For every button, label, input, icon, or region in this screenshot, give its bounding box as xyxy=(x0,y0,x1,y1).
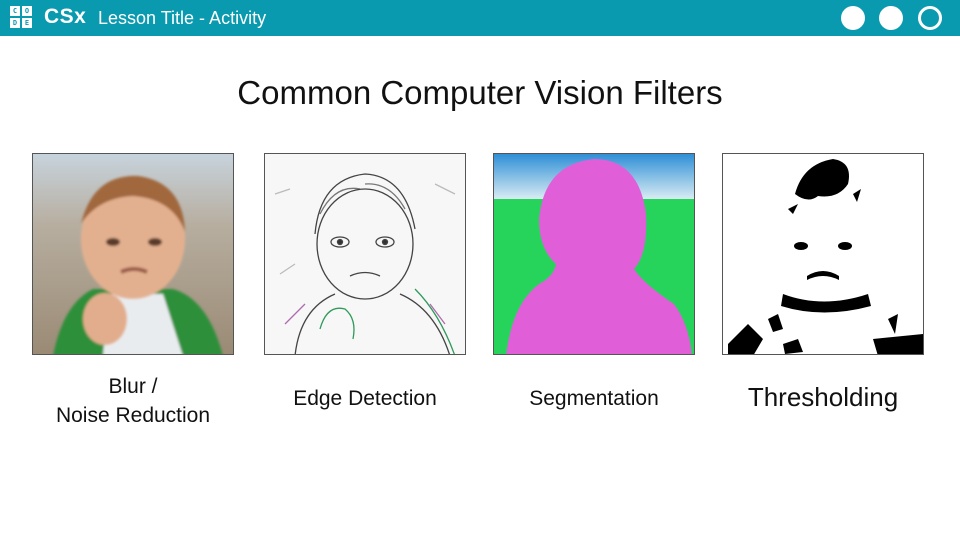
caption-blur: Blur / Noise Reduction xyxy=(32,372,234,430)
progress-dot-3[interactable] xyxy=(918,6,942,30)
logo-letter-o: O xyxy=(22,6,32,16)
edge-detection-image xyxy=(264,153,466,355)
caption-blur-line1: Blur / xyxy=(108,375,158,398)
logo-letter-d: D xyxy=(10,18,20,28)
logo-letter-c: C xyxy=(10,6,20,16)
caption-thresholding: Thresholding xyxy=(747,382,899,412)
slide-title: Common Computer Vision Filters xyxy=(237,74,723,111)
code-logo-icon: C O D E xyxy=(10,6,34,30)
logo-letter-e: E xyxy=(22,18,32,28)
progress-dot-2[interactable] xyxy=(879,6,903,30)
caption-blur-line2: Noise Reduction xyxy=(55,404,211,427)
caption-edge-detection: Edge Detection xyxy=(293,387,437,410)
brand-name: CSx xyxy=(44,5,87,28)
top-bar: C O D E CSx Lesson Title - Activity xyxy=(0,0,960,36)
progress-dot-1[interactable] xyxy=(841,6,865,30)
segmentation-image xyxy=(493,153,695,355)
thresholding-image xyxy=(722,153,924,355)
lesson-title: Lesson Title - Activity xyxy=(98,8,267,28)
blur-image xyxy=(32,153,234,355)
caption-segmentation: Segmentation xyxy=(529,387,659,410)
